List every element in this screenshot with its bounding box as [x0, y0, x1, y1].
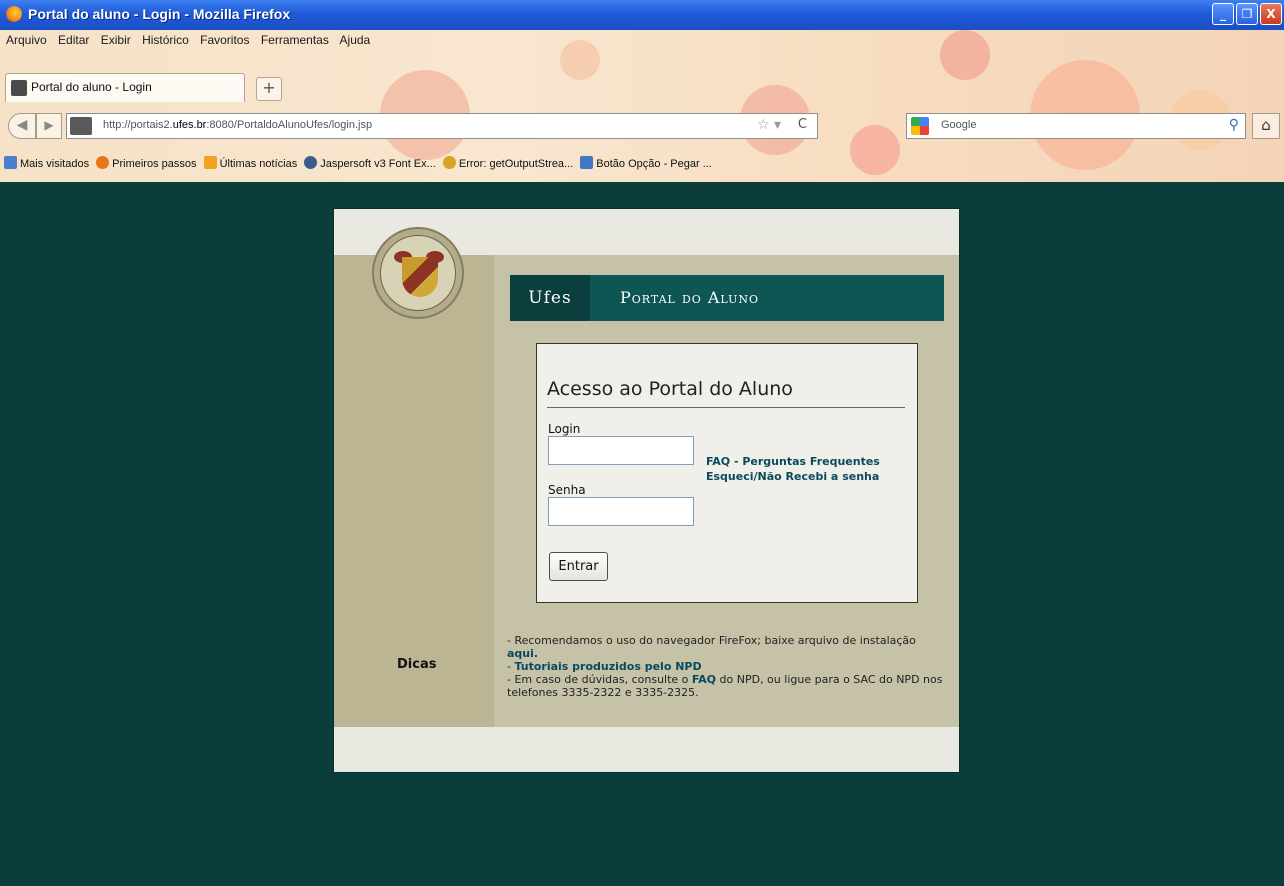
npd-faq-link[interactable]: FAQ: [692, 673, 716, 686]
portal-title: Portal do Aluno: [620, 288, 760, 307]
forgot-password-link[interactable]: Esqueci/Não Recebi a senha: [706, 470, 879, 483]
menu-editar[interactable]: Editar: [58, 33, 89, 47]
portal-bottom-strip: [334, 727, 959, 772]
google-engine-icon[interactable]: [911, 117, 929, 135]
login-label: Login: [548, 422, 581, 436]
window-title: Portal do aluno - Login - Mozilla Firefo…: [28, 6, 291, 22]
url-suffix: :8080/PortaldoAlunoUfes/login.jsp: [206, 119, 373, 131]
firefox-icon: [6, 6, 22, 22]
menu-bar: Arquivo Editar Exibir Histórico Favorito…: [6, 33, 378, 47]
url-bar[interactable]: http://portais2.ufes.br:8080/PortaldoAlu…: [66, 113, 818, 139]
download-link[interactable]: aqui.: [507, 647, 538, 660]
faq-link[interactable]: FAQ - Perguntas Frequentes: [706, 455, 880, 468]
bookmark-jaspersoft[interactable]: Jaspersoft v3 Font Ex...: [304, 156, 436, 170]
bookmark-star-icon[interactable]: ☆ ▾: [757, 117, 781, 133]
url-prefix: http://portais2.: [103, 119, 173, 131]
wordpress-icon: [304, 156, 318, 169]
close-button[interactable]: X: [1260, 3, 1282, 25]
entrar-button[interactable]: Entrar: [549, 552, 608, 581]
window-titlebar[interactable]: Portal do aluno - Login - Mozilla Firefo…: [0, 0, 1284, 30]
home-button[interactable]: ⌂: [1252, 113, 1280, 139]
tips-heading: Dicas: [397, 657, 437, 672]
blossom-decoration: [560, 40, 600, 80]
search-box[interactable]: Google ⚲: [906, 113, 1246, 139]
ufes-brand: Ufes: [510, 275, 590, 321]
bookmark-label: Últimas notícias: [219, 158, 298, 170]
bookmark-botao-opcao[interactable]: Botão Opção - Pegar ...: [580, 156, 712, 170]
rss-feed-icon: [203, 156, 217, 169]
blossom-decoration: [940, 30, 990, 80]
menu-ferramentas[interactable]: Ferramentas: [261, 33, 329, 47]
bookmark-label: Jaspersoft v3 Font Ex...: [320, 158, 436, 170]
tab-label: Portal do aluno - Login: [31, 80, 152, 94]
login-heading: Acesso ao Portal do Aluno: [547, 378, 793, 400]
login-input[interactable]: [548, 436, 694, 465]
tip-firefox: - Recomendamos o uso do navegador FireFo…: [507, 634, 916, 647]
bookmark-mais-visitados[interactable]: Mais visitados: [4, 156, 89, 170]
bookmark-error-getoutputstream[interactable]: Error: getOutputStrea...: [442, 156, 574, 170]
heading-divider: [547, 407, 905, 408]
ufes-favicon-icon: [11, 80, 27, 96]
menu-ajuda[interactable]: Ajuda: [340, 33, 371, 47]
bookmark-primeiros-passos[interactable]: Primeiros passos: [96, 156, 197, 170]
tab-portal-login[interactable]: Portal do aluno - Login: [5, 73, 245, 102]
minimize-button[interactable]: _: [1212, 3, 1234, 25]
menu-historico[interactable]: Histórico: [142, 33, 189, 47]
bookmark-label: Mais visitados: [20, 158, 90, 170]
senha-input[interactable]: [548, 497, 694, 526]
bookmark-folder-icon: [4, 156, 17, 169]
menu-favoritos[interactable]: Favoritos: [200, 33, 249, 47]
home-icon: ⌂: [1261, 116, 1271, 134]
bookmark-label: Primeiros passos: [112, 158, 197, 170]
forward-button[interactable]: ▶: [36, 113, 62, 139]
tip-help-a: - Em caso de dúvidas, consulte o: [507, 673, 692, 686]
navigation-toolbar: ◀ ▶ http://portais2.ufes.br:8080/Portald…: [0, 108, 1284, 144]
search-placeholder: Google: [941, 119, 977, 131]
browser-chrome: Arquivo Editar Exibir Histórico Favorito…: [0, 30, 1284, 182]
forward-arrow-icon: ▶: [44, 118, 54, 132]
portal-banner: Ufes Portal do Aluno: [510, 275, 944, 321]
menu-exibir[interactable]: Exibir: [101, 33, 131, 47]
url-host: ufes.br: [172, 119, 207, 131]
search-magnifier-icon[interactable]: ⚲: [1229, 117, 1239, 133]
senha-label: Senha: [548, 483, 586, 497]
firefox-bookmark-icon: [96, 156, 110, 169]
site-identity-icon: [70, 117, 92, 135]
new-tab-button[interactable]: +: [256, 77, 282, 101]
menu-arquivo[interactable]: Arquivo: [6, 33, 47, 47]
bookmark-ultimas-noticias[interactable]: Últimas notícias: [203, 156, 298, 170]
ufes-seal-logo: [372, 227, 464, 319]
back-arrow-icon: ◀: [16, 117, 28, 133]
site-bookmark-icon: [580, 156, 594, 169]
site-bookmark-icon: [442, 156, 456, 169]
bookmarks-toolbar: Mais visitados Primeiros passos Últimas …: [4, 156, 716, 170]
login-box: Acesso ao Portal do Aluno Login FAQ - Pe…: [536, 343, 918, 603]
portal-container: Ufes Portal do Aluno Acesso ao Portal do…: [334, 209, 959, 772]
maximize-button[interactable]: ❐: [1236, 3, 1258, 25]
bookmark-label: Error: getOutputStrea...: [458, 158, 574, 170]
tips-text: - Recomendamos o uso do navegador FireFo…: [507, 634, 947, 699]
seal-shield: [402, 257, 438, 297]
url-text: http://portais2.ufes.br:8080/PortaldoAlu…: [103, 119, 372, 131]
reload-icon[interactable]: C: [798, 117, 807, 132]
tutorials-link[interactable]: Tutoriais produzidos pelo NPD: [514, 660, 701, 673]
back-button[interactable]: ◀: [8, 113, 36, 139]
bookmark-label: Botão Opção - Pegar ...: [596, 158, 712, 170]
